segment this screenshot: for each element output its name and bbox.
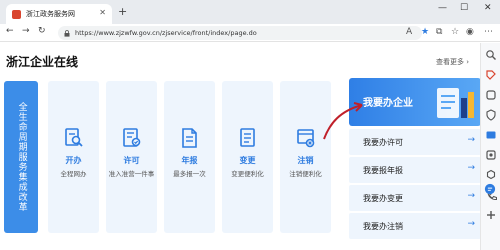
tab-title: 浙江政务服务网: [26, 10, 75, 18]
see-more-link[interactable]: 查看更多 ›: [436, 57, 469, 67]
page-content: 浙江企业在线 查看更多 › 全生命周期服务集成改革 开办 全程网办 许可 准入准…: [0, 43, 481, 250]
service-card-kaiban[interactable]: 开办 全程网办: [48, 81, 99, 233]
document-search-icon: [64, 128, 83, 147]
profile-icon[interactable]: ◉: [466, 27, 474, 37]
service-desc: 全程网办: [60, 170, 87, 178]
collections-icon[interactable]: ⧉: [436, 27, 442, 37]
service-name: 年报: [181, 156, 198, 165]
maximize-button[interactable]: ☐: [460, 3, 468, 13]
browser-tab[interactable]: 浙江政务服务网 ✕: [6, 4, 112, 24]
back-arrow-icon[interactable]: ←: [6, 26, 14, 36]
list-item-cancel[interactable]: 我要办注销 →: [349, 213, 481, 239]
report-icon: [181, 128, 197, 148]
annotation-arrow-icon: [323, 102, 363, 140]
tools-icon[interactable]: [485, 89, 497, 101]
service-name: 许可: [123, 156, 140, 165]
address-url: https://www.zjzwfw.gov.cn/zjservice/fron…: [75, 29, 257, 37]
shield-icon[interactable]: [485, 109, 497, 121]
add-sidebar-icon[interactable]: [485, 209, 497, 221]
service-card-biangeng[interactable]: 变更 变更便利化: [222, 81, 273, 233]
arrow-right-icon: →: [467, 191, 475, 201]
service-name: 注销: [297, 156, 314, 165]
service-desc: 准入准营一件事: [108, 170, 155, 178]
service-desc: 注销便利化: [289, 170, 322, 178]
lifecycle-service-label: 全生命周期服务集成改革: [16, 102, 27, 212]
reload-icon[interactable]: ↻: [38, 26, 46, 36]
page-title: 浙江企业在线: [6, 55, 79, 69]
lock-icon: [64, 29, 70, 37]
site-favicon-icon: [12, 9, 21, 19]
address-bar[interactable]: https://www.zjzwfw.gov.cn/zjservice/fron…: [58, 26, 422, 40]
lifecycle-service-card[interactable]: 全生命周期服务集成改革: [4, 81, 38, 233]
close-window-button[interactable]: ✕: [484, 3, 492, 13]
change-icon: [239, 128, 255, 147]
service-name: 变更: [239, 156, 256, 165]
list-item-label: 我要办注销: [363, 222, 403, 231]
arrow-right-icon: →: [467, 135, 475, 145]
cancel-icon: [296, 129, 314, 148]
shopping-tag-icon[interactable]: [485, 69, 497, 81]
list-item-annual-report[interactable]: 我要报年报 →: [349, 157, 481, 183]
license-icon: [122, 128, 140, 147]
service-card-xuke[interactable]: 许可 准入准营一件事: [106, 81, 157, 233]
favorite-star-icon[interactable]: ★: [421, 27, 429, 37]
browser-titlebar: 浙江政务服务网 ✕ + — ☐ ✕: [0, 0, 500, 24]
chat-bubble-icon[interactable]: [484, 183, 496, 195]
games-icon[interactable]: [485, 169, 497, 181]
office-icon[interactable]: [485, 149, 497, 161]
forward-arrow-icon[interactable]: →: [22, 26, 30, 36]
service-name: 开办: [65, 156, 82, 165]
list-item-change[interactable]: 我要办变更 →: [349, 185, 481, 211]
favorites-list-icon[interactable]: ☆: [451, 27, 459, 37]
outlook-icon[interactable]: [485, 129, 497, 141]
list-item-label: 我要办变更: [363, 194, 403, 203]
minimize-button[interactable]: —: [438, 3, 447, 13]
business-illustration-icon: [437, 88, 474, 118]
service-desc: 最多报一次: [173, 170, 206, 178]
arrow-right-icon: →: [467, 219, 475, 229]
browser-toolbar: ← → ↻ https://www.zjzwfw.gov.cn/zjservic…: [0, 24, 500, 42]
start-business-label: 我要办企业: [363, 98, 413, 109]
read-aloud-icon[interactable]: A: [406, 27, 412, 37]
service-card-nianbao[interactable]: 年报 最多报一次: [164, 81, 215, 233]
more-menu-icon[interactable]: ⋯: [484, 27, 493, 37]
new-tab-button[interactable]: +: [118, 5, 127, 18]
search-icon[interactable]: [485, 49, 497, 61]
service-desc: 变更便利化: [231, 170, 264, 178]
arrow-right-icon: →: [467, 163, 475, 173]
browser-sidebar: [480, 43, 500, 250]
tab-close-icon[interactable]: ✕: [99, 8, 106, 17]
list-item-label: 我要报年报: [363, 166, 403, 175]
